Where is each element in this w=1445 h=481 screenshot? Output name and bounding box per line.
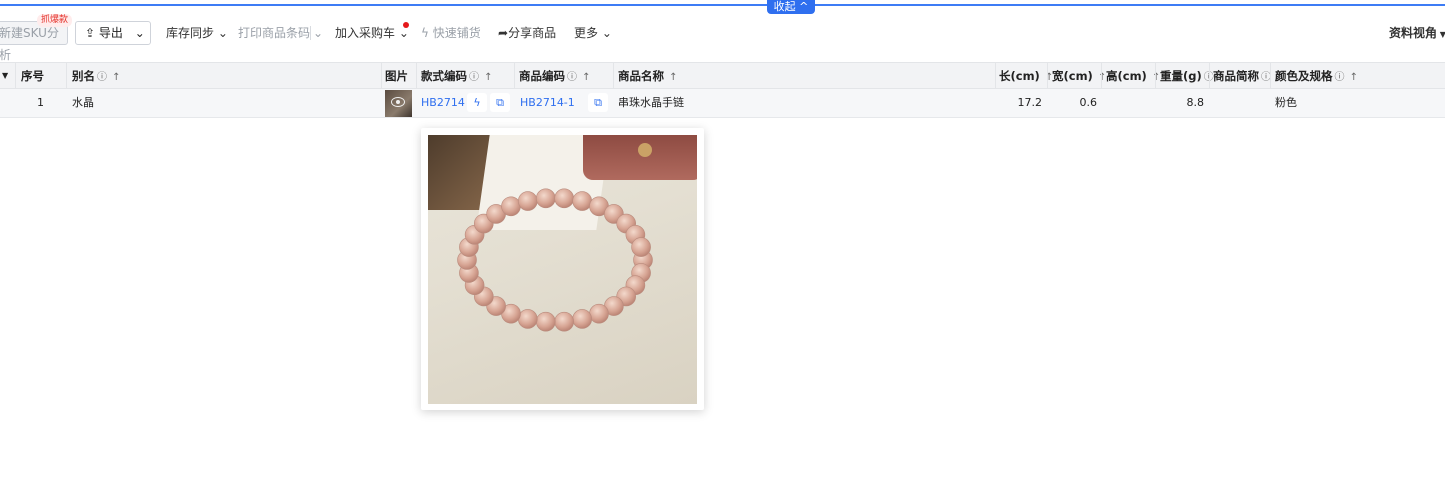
col-product-name-label: 商品名称 [618, 69, 664, 83]
print-barcode-button[interactable]: 打印商品条码 [238, 26, 310, 40]
more-dropdown[interactable]: 更多 ⌄ [574, 26, 612, 40]
col-length-label: 长(cm) [999, 69, 1040, 83]
col-product-code[interactable]: 商品编码 ⓘ ↑ [519, 63, 591, 91]
table-row[interactable]: 1 水晶 HB2714 ϟ ⧉ HB2714-1 ⧉ 串珠水晶手链 17.2 0… [0, 89, 1445, 118]
bracelet-bead [572, 309, 592, 329]
cell-alias: 水晶 [72, 96, 94, 109]
quick-stock-button[interactable]: ϟ 快速铺货 [421, 26, 481, 40]
col-style-code-label: 款式编码 [421, 69, 467, 83]
col-width[interactable]: 宽(cm) ↑ [1052, 63, 1106, 91]
info-icon: ⓘ [469, 72, 479, 83]
sort-arrow-icon[interactable]: ↑ [579, 72, 590, 83]
bracelet-bead [501, 196, 521, 217]
add-to-cart-label: 加入采购车 [335, 26, 396, 40]
upload-icon: ⇪ [85, 26, 96, 40]
col-color-spec-label: 颜色及规格 [1275, 69, 1333, 83]
bracelet-bead [518, 191, 538, 211]
col-short-name[interactable]: 商品简称 ⓘ [1213, 63, 1271, 91]
col-height-label: 高(cm) [1106, 69, 1147, 83]
bracelet-bead [572, 191, 592, 211]
sort-arrow-icon[interactable]: ↑ [666, 72, 677, 83]
share-label: 分享商品 [508, 26, 557, 40]
view-mode-label: 资料视角 [1389, 26, 1438, 40]
bracelet-bead [631, 237, 651, 257]
col-short-name-label: 商品简称 [1213, 69, 1259, 83]
chevron-down-icon: ⌄ [395, 26, 409, 40]
cell-width: 0.6 [1079, 96, 1098, 109]
new-sku-label: 新建SKU分析 [0, 26, 59, 62]
inventory-sync-label: 库存同步 [166, 26, 215, 40]
col-alias-label: 别名 [72, 69, 95, 83]
sort-arrow-icon[interactable]: ↑ [109, 72, 120, 83]
cell-color-spec: 粉色 [1275, 96, 1297, 109]
cell-index: 1 [37, 96, 44, 109]
chevron-down-icon: ⌄ [598, 26, 612, 40]
col-weight[interactable]: 重量(g)ⓘ [1160, 63, 1214, 91]
caret-down-icon: ▼ [1439, 30, 1445, 39]
hot-badge: 抓爆款 [37, 14, 73, 27]
col-product-name[interactable]: 商品名称 ↑ [618, 63, 678, 91]
product-photo [428, 135, 697, 404]
inventory-sync-dropdown[interactable]: 库存同步 ⌄ [166, 26, 228, 40]
col-style-code[interactable]: 款式编码 ⓘ ↑ [421, 63, 493, 91]
col-index: 序号 [21, 69, 44, 83]
col-weight-label: 重量(g) [1160, 69, 1202, 83]
chevron-down-icon: ⌄ [134, 26, 145, 40]
share-product-button[interactable]: ➦分享商品 [498, 26, 556, 40]
expand-caret-icon[interactable]: ▼ [2, 63, 8, 89]
share-icon: ➦ [498, 26, 509, 40]
cell-product-name: 串珠水晶手链 [618, 96, 684, 109]
info-icon: ⓘ [97, 72, 107, 83]
col-alias[interactable]: 别名 ⓘ ↑ [72, 63, 121, 91]
sort-arrow-icon[interactable]: ↑ [1347, 72, 1358, 83]
col-image: 图片 [385, 69, 408, 83]
export-label: 导出 [98, 26, 123, 40]
export-button[interactable]: ⇪ 导出 ⌄ [75, 21, 151, 45]
cell-weight: 8.8 [1186, 96, 1205, 109]
lightning-icon: ϟ [421, 26, 429, 40]
cell-style-code-link[interactable]: HB2714 [421, 90, 465, 116]
eye-icon[interactable] [391, 97, 405, 107]
info-icon: ⓘ [1334, 72, 1345, 83]
col-height[interactable]: 高(cm) ↑ [1106, 63, 1160, 91]
copy-icon[interactable]: ⧉ [490, 93, 510, 112]
notification-dot [403, 22, 409, 28]
bracelet-bead [554, 311, 574, 332]
cell-product-code-link[interactable]: HB2714-1 [520, 90, 575, 116]
bracelet-bead [536, 188, 556, 209]
collapse-button[interactable]: 收起 ^ [767, 0, 815, 14]
col-color-spec[interactable]: 颜色及规格 ⓘ ↑ [1275, 63, 1358, 91]
chevron-down-icon[interactable]: ⌄ [313, 26, 323, 40]
col-product-code-label: 商品编码 [519, 69, 565, 83]
print-barcode-label: 打印商品条码 [238, 26, 311, 40]
table-header: ▼ 序号 别名 ⓘ ↑ 图片 款式编码 ⓘ ↑ 商品编码 ⓘ ↑ 商品名称 ↑ 长(c… [0, 62, 1445, 89]
top-accent-line [0, 4, 1445, 6]
bracelet-bead [554, 188, 574, 209]
more-label: 更多 [574, 26, 599, 40]
sort-arrow-icon[interactable]: ↑ [481, 72, 492, 83]
bracelet-bead [518, 309, 538, 329]
view-mode-dropdown[interactable]: 资料视角 ▼ [1389, 26, 1445, 42]
info-icon: ⓘ [567, 72, 577, 83]
bracelet-illustration [457, 188, 653, 332]
bracelet-bead [536, 311, 556, 332]
col-width-label: 宽(cm) [1052, 69, 1093, 83]
copy-icon[interactable]: ⧉ [588, 93, 608, 112]
bracelet-bead [589, 303, 609, 324]
lightning-icon[interactable]: ϟ [467, 93, 487, 112]
quick-stock-label: 快速铺货 [432, 26, 481, 40]
col-length[interactable]: 长(cm) ↑ [999, 63, 1053, 91]
add-to-cart-dropdown[interactable]: 加入采购车 ⌄ [335, 26, 409, 40]
chevron-down-icon: ⌄ [214, 26, 228, 40]
toolbar-divider [310, 26, 311, 40]
cell-length: 17.2 [1017, 96, 1043, 109]
